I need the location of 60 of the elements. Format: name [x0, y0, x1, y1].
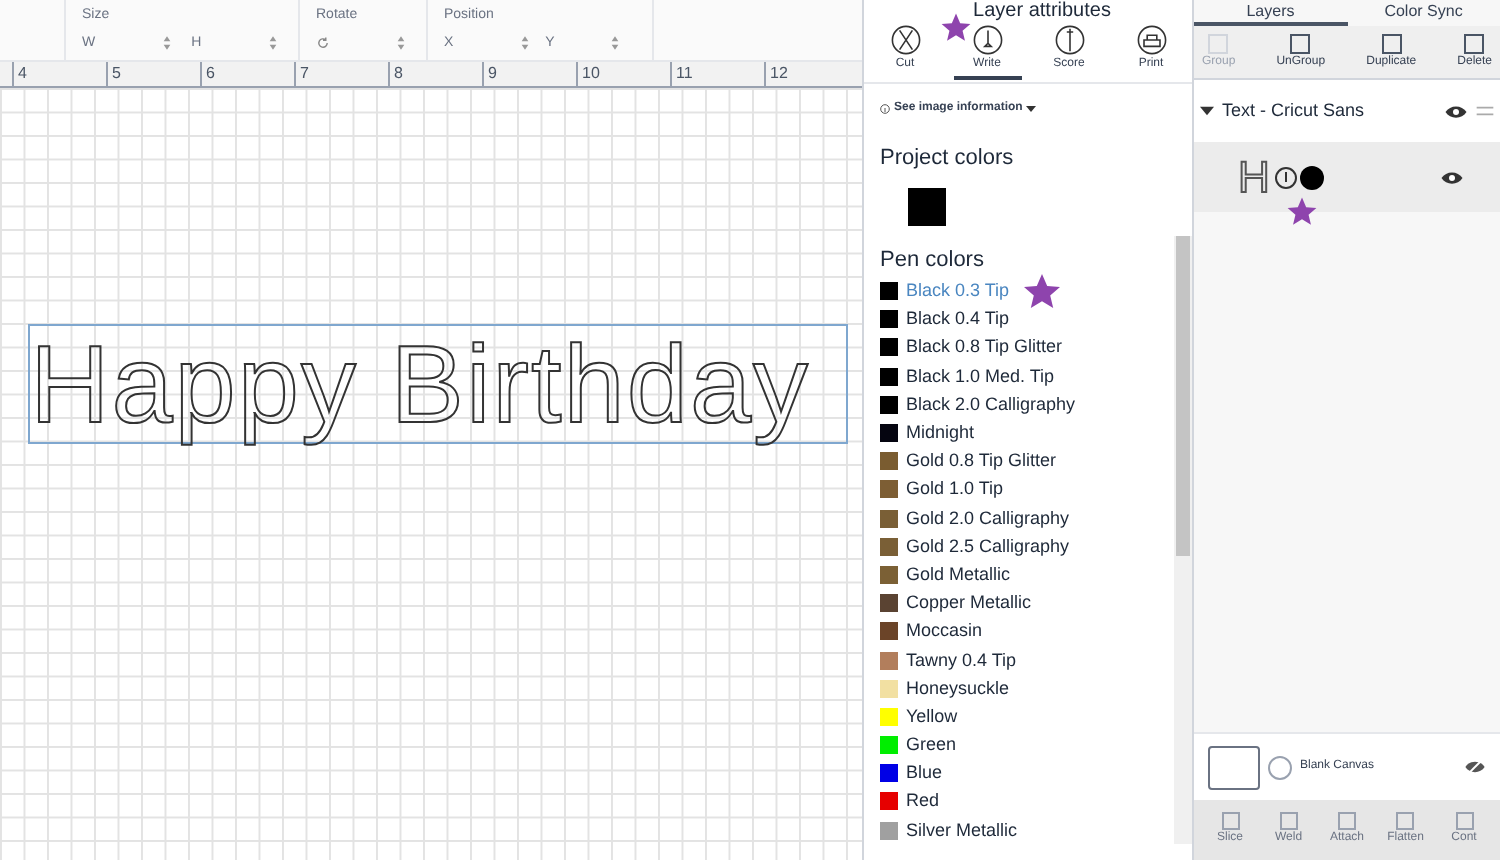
spinner-icon[interactable] [267, 34, 278, 53]
ruler-number: 5 [112, 64, 121, 82]
caret-icon [1026, 106, 1037, 112]
ruler-number: 10 [582, 64, 600, 82]
layer-group-name: Text - Cricut Sans [1222, 97, 1367, 124]
pen-color-item[interactable]: Gold Metallic [906, 563, 1011, 586]
pen-icon [971, 24, 1003, 56]
spinner-icon[interactable] [519, 34, 530, 53]
pen-color-item[interactable]: Midnight [906, 422, 975, 445]
ruler-number: 11 [676, 64, 693, 82]
pen-color-item[interactable]: Honeysuckle [906, 677, 1010, 700]
ruler-number: 4 [18, 64, 27, 82]
layer-thumbnail: H [1238, 155, 1270, 199]
star-icon [1021, 271, 1062, 312]
pen-color-item[interactable]: Green [906, 734, 957, 757]
caret-icon[interactable] [1200, 104, 1214, 118]
spinner-icon[interactable] [161, 34, 172, 53]
ruler-number: 7 [300, 64, 309, 82]
layer-row[interactable]: H [1194, 142, 1500, 212]
panel-tab[interactable]: Color Sync [1347, 0, 1500, 26]
pen-color-item[interactable]: Black 0.4 Tip [906, 308, 1010, 331]
ruler-number: 8 [394, 64, 403, 82]
pen-color-item[interactable]: Black 2.0 Calligraphy [906, 393, 1076, 416]
eye-icon[interactable] [1440, 169, 1464, 185]
section-title: Project colors [880, 144, 1016, 174]
scrollbar[interactable] [1174, 236, 1192, 845]
pen-color-item[interactable]: Black 0.3 Tip [906, 280, 1010, 303]
pen-color-item[interactable]: Red [906, 790, 940, 813]
pen-color-item[interactable]: Gold 2.0 Calligraphy [906, 507, 1070, 530]
pen-color-item[interactable]: Yellow [906, 705, 958, 728]
pen-color-item[interactable]: Copper Metallic [906, 592, 1032, 615]
star-icon [940, 12, 972, 44]
ruler-number: 12 [770, 64, 788, 82]
pen-color-item[interactable]: Gold 0.8 Tip Glitter [906, 450, 1057, 473]
pen-icon [1273, 165, 1298, 189]
info-icon [880, 104, 890, 114]
pen-color-item[interactable]: Silver Metallic [906, 819, 1018, 842]
color-swatch[interactable] [908, 187, 946, 225]
pen-color-item[interactable]: Gold 1.0 Tip [906, 478, 1004, 501]
drag-handle-icon[interactable] [1476, 106, 1494, 116]
scissors-icon [889, 24, 921, 56]
stylus-icon [1053, 24, 1085, 56]
ruler-number: 9 [488, 64, 497, 82]
pen-color-item[interactable]: Blue [906, 762, 943, 785]
section-title: Pen colors [880, 245, 986, 273]
spinner-icon[interactable] [396, 33, 406, 51]
pen-color-item[interactable]: Gold 2.5 Calligraphy [906, 535, 1070, 558]
ruler-number: 6 [206, 64, 215, 82]
pen-color-item[interactable]: Tawny 0.4 Tip [906, 649, 1017, 672]
pen-color-item[interactable]: Black 1.0 Med. Tip [906, 365, 1055, 388]
eye-icon[interactable] [1444, 103, 1468, 119]
pen-color-item[interactable]: Moccasin [906, 620, 983, 643]
pen-color-item[interactable]: Black 0.8 Tip Glitter [906, 336, 1063, 359]
printer-icon [1135, 24, 1167, 56]
canvas-swatch[interactable] [1208, 745, 1260, 789]
rotate-icon[interactable] [316, 35, 330, 49]
spinner-icon[interactable] [610, 34, 621, 53]
hidden-eye-icon[interactable] [1464, 758, 1486, 776]
panel-title: Layer attributes [971, 0, 1113, 24]
star-icon [1286, 196, 1318, 228]
